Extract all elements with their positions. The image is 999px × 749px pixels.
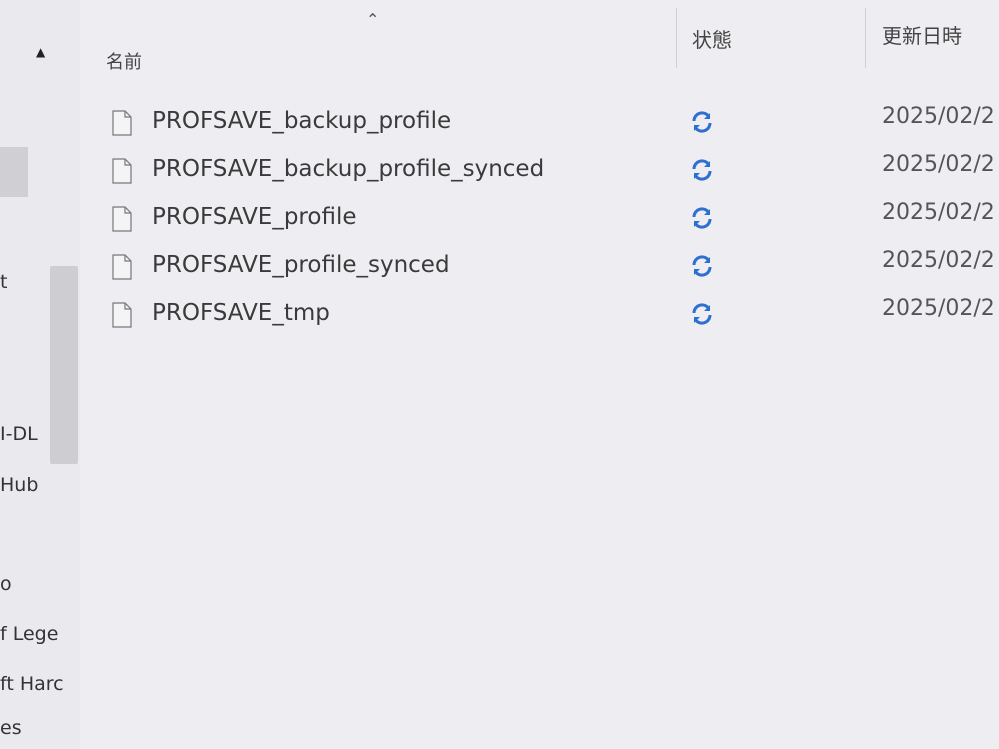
file-row[interactable]: PROFSAVE_backup_profile 2025/02/2	[108, 102, 999, 150]
file-name: PROFSAVE_profile_synced	[152, 252, 450, 278]
file-name: PROFSAVE_profile	[152, 204, 357, 230]
nav-item-4[interactable]: f Lege	[0, 614, 64, 654]
scroll-up-arrow-icon[interactable]: ▲	[36, 46, 45, 58]
file-row[interactable]: PROFSAVE_profile 2025/02/2	[108, 198, 999, 246]
nav-item-label: t	[0, 271, 8, 293]
file-row[interactable]: PROFSAVE_backup_profile_synced 2025/02/2	[108, 150, 999, 198]
nav-item-3[interactable]: o	[0, 564, 64, 604]
file-icon	[112, 110, 132, 136]
nav-item-5[interactable]: ft Harc	[0, 664, 64, 704]
file-icon	[112, 302, 132, 328]
nav-item-label: o	[0, 573, 12, 595]
file-name: PROFSAVE_tmp	[152, 300, 330, 326]
file-name: PROFSAVE_backup_profile	[152, 108, 452, 134]
nav-item-label: es	[0, 717, 22, 739]
modified-date: 2025/02/2	[882, 104, 995, 129]
modified-date: 2025/02/2	[882, 248, 995, 273]
nav-item-label: I-DL	[0, 423, 38, 445]
nav-item-label: ft Harc	[0, 673, 64, 695]
nav-item-0[interactable]: t	[0, 262, 64, 302]
nav-item-label: f Lege	[0, 623, 59, 645]
file-list-pane: ⌃ 名前 状態 更新日時 PROFSAVE_backup_profile 202…	[80, 0, 999, 749]
file-icon	[112, 158, 132, 184]
nav-item-6[interactable]: es	[0, 708, 64, 748]
sync-icon	[692, 111, 712, 133]
file-icon	[112, 254, 132, 280]
sync-icon	[692, 255, 712, 277]
modified-date: 2025/02/2	[882, 152, 995, 177]
file-row[interactable]: PROFSAVE_profile_synced 2025/02/2	[108, 246, 999, 294]
modified-date: 2025/02/2	[882, 200, 995, 225]
file-icon	[112, 206, 132, 232]
file-name: PROFSAVE_backup_profile_synced	[152, 156, 545, 182]
nav-item-1[interactable]: I-DL	[0, 414, 64, 454]
nav-item-2[interactable]: Hub	[0, 465, 64, 505]
sync-icon	[692, 303, 712, 325]
column-header-modified[interactable]: 更新日時	[882, 20, 962, 49]
column-divider[interactable]	[676, 8, 677, 68]
sync-icon	[692, 207, 712, 229]
sort-ascending-chevron-up-icon: ⌃	[366, 10, 380, 29]
modified-date: 2025/02/2	[882, 296, 995, 321]
sync-icon	[692, 159, 712, 181]
column-header-status[interactable]: 状態	[692, 24, 732, 53]
nav-item-label: Hub	[0, 474, 39, 496]
column-divider[interactable]	[865, 8, 866, 68]
column-header-name[interactable]: 名前	[106, 48, 142, 74]
file-row[interactable]: PROFSAVE_tmp 2025/02/2	[108, 294, 999, 342]
nav-selected-highlight	[0, 147, 28, 197]
navigation-pane: ▲ t I-DL Hub o f Lege ft Harc es	[0, 0, 80, 749]
